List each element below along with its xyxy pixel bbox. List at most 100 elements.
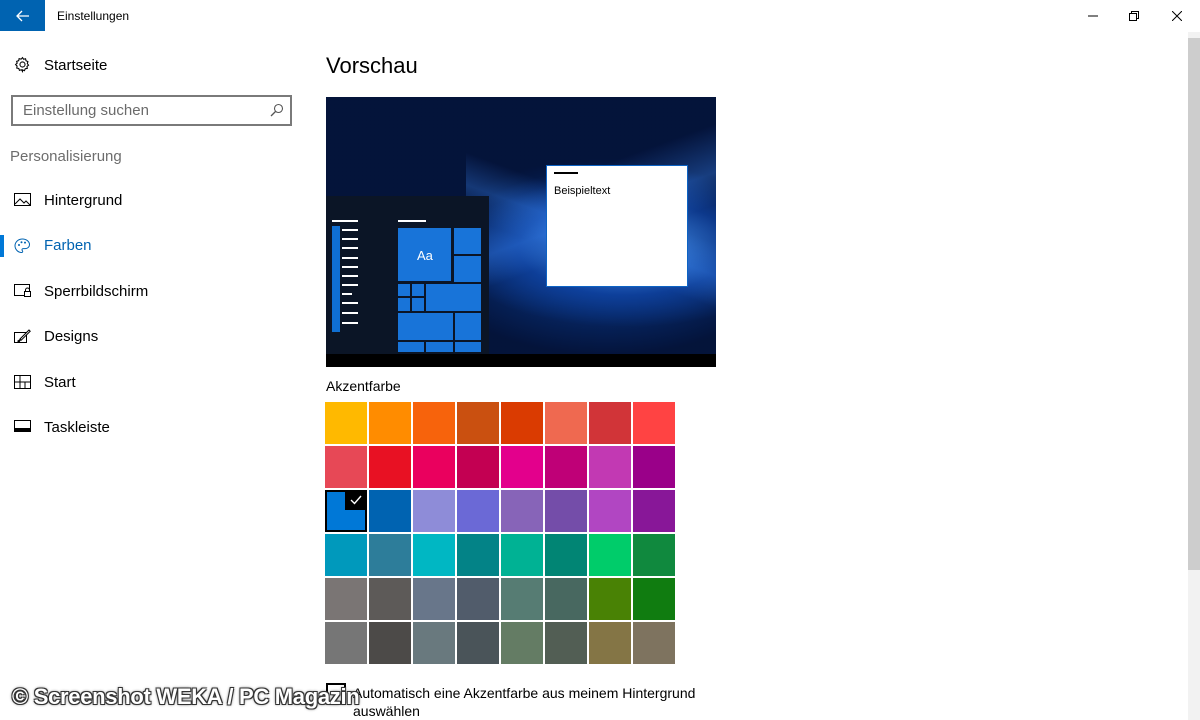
- accent-swatch[interactable]: [633, 402, 675, 444]
- accent-swatch[interactable]: [501, 402, 543, 444]
- preview-sample-window: Beispieltext: [546, 165, 688, 287]
- sidebar-item-hintergrund[interactable]: Hintergrund: [0, 180, 300, 222]
- back-button[interactable]: [0, 0, 45, 31]
- auto-accent-option[interactable]: Automatisch eine Akzentfarbe aus meinem …: [326, 683, 746, 720]
- sidebar-item-label: Sperrbildschirm: [44, 283, 149, 300]
- accent-swatch[interactable]: [369, 534, 411, 576]
- lockscreen-icon: [14, 284, 31, 297]
- accent-swatch[interactable]: [369, 578, 411, 620]
- preview-tile: [454, 341, 482, 353]
- accent-swatch[interactable]: [545, 622, 587, 664]
- accent-swatch[interactable]: [413, 622, 455, 664]
- accent-swatch[interactable]: [589, 622, 631, 664]
- accent-swatch[interactable]: [369, 622, 411, 664]
- accent-swatch[interactable]: [545, 578, 587, 620]
- title-bar: Einstellungen: [0, 0, 1200, 32]
- scrollbar-thumb[interactable]: [1188, 38, 1200, 570]
- page-title: Vorschau: [326, 53, 418, 78]
- preview-window-bar: [554, 172, 578, 174]
- accent-swatch[interactable]: [413, 534, 455, 576]
- accent-swatch[interactable]: [413, 446, 455, 488]
- preview-line: [332, 220, 358, 222]
- accent-swatch[interactable]: [633, 578, 675, 620]
- accent-swatch[interactable]: [589, 402, 631, 444]
- accent-swatch[interactable]: [457, 446, 499, 488]
- sidebar-item-designs[interactable]: Designs: [0, 316, 300, 358]
- sidebar: Startseite Einstellung suchen Personalis…: [0, 32, 300, 720]
- accent-swatch[interactable]: [457, 622, 499, 664]
- auto-accent-label: Automatisch eine Akzentfarbe aus meinem …: [353, 685, 696, 719]
- sidebar-item-start[interactable]: Start: [0, 362, 300, 404]
- sidebar-item-label: Designs: [44, 328, 99, 345]
- preview-line: [342, 312, 358, 314]
- sidebar-item-label: Farben: [44, 237, 92, 254]
- preview-tile: [425, 341, 454, 353]
- sidebar-item-sperrbildschirm[interactable]: Sperrbildschirm: [0, 271, 300, 313]
- sidebar-item-label: Taskleiste: [44, 419, 110, 436]
- restore-button[interactable]: [1111, 0, 1157, 31]
- accent-swatch[interactable]: [501, 622, 543, 664]
- search-input[interactable]: Einstellung suchen: [11, 95, 292, 126]
- preview-line: [342, 293, 352, 295]
- accent-swatch[interactable]: [325, 490, 367, 532]
- minimize-icon: [1088, 15, 1098, 16]
- accent-swatch[interactable]: [589, 490, 631, 532]
- accent-swatch[interactable]: [413, 490, 455, 532]
- accent-swatch[interactable]: [325, 402, 367, 444]
- accent-swatch[interactable]: [501, 534, 543, 576]
- sidebar-item-label: Hintergrund: [44, 192, 123, 209]
- search-placeholder: Einstellung suchen: [23, 102, 149, 119]
- accent-swatch[interactable]: [369, 402, 411, 444]
- accent-swatch[interactable]: [633, 490, 675, 532]
- accent-swatch[interactable]: [545, 490, 587, 532]
- preview-line: [342, 229, 358, 231]
- sidebar-item-home[interactable]: Startseite: [0, 46, 300, 84]
- accent-swatch[interactable]: [501, 578, 543, 620]
- accent-swatch[interactable]: [633, 446, 675, 488]
- accent-swatch[interactable]: [589, 578, 631, 620]
- accent-swatch[interactable]: [457, 402, 499, 444]
- accent-swatch[interactable]: [545, 446, 587, 488]
- sidebar-item-taskleiste[interactable]: Taskleiste: [0, 407, 300, 449]
- preview-tile: [453, 227, 482, 255]
- accent-swatch[interactable]: [501, 490, 543, 532]
- accent-swatch[interactable]: [545, 402, 587, 444]
- accent-swatch[interactable]: [413, 402, 455, 444]
- active-indicator: [0, 235, 4, 257]
- preview-tile: [397, 341, 425, 353]
- accent-swatch[interactable]: [325, 622, 367, 664]
- preview-taskbar: [326, 354, 716, 367]
- window-title: Einstellungen: [57, 9, 130, 23]
- accent-swatch[interactable]: [589, 534, 631, 576]
- accent-swatch[interactable]: [325, 578, 367, 620]
- preview-line: [342, 302, 358, 304]
- accent-color-grid: [325, 402, 675, 666]
- minimize-button[interactable]: [1070, 0, 1116, 31]
- accent-swatch[interactable]: [457, 490, 499, 532]
- accent-swatch[interactable]: [325, 534, 367, 576]
- accent-swatch[interactable]: [457, 534, 499, 576]
- accent-swatch[interactable]: [501, 446, 543, 488]
- accent-swatch[interactable]: [457, 578, 499, 620]
- accent-swatch[interactable]: [633, 534, 675, 576]
- accent-swatch[interactable]: [369, 446, 411, 488]
- taskbar-icon: [14, 420, 31, 432]
- accent-swatch[interactable]: [589, 446, 631, 488]
- search-icon: [270, 103, 284, 117]
- accent-swatch[interactable]: [545, 534, 587, 576]
- theme-preview: Aa Beispieltext: [326, 97, 716, 367]
- accent-swatch[interactable]: [633, 622, 675, 664]
- gear-icon: [14, 56, 30, 73]
- preview-tile: [397, 283, 411, 297]
- accent-swatch[interactable]: [413, 578, 455, 620]
- sidebar-item-farben[interactable]: Farben: [0, 225, 300, 267]
- accent-swatch[interactable]: [325, 446, 367, 488]
- preview-line: [342, 275, 358, 277]
- close-button[interactable]: [1154, 0, 1200, 31]
- preview-tile: [453, 255, 482, 283]
- preview-tile: [411, 283, 425, 297]
- preview-tile: [454, 312, 482, 341]
- preview-sample-text: Beispieltext: [554, 185, 611, 197]
- watermark: © Screenshot WEKA / PC Magazin: [12, 684, 360, 709]
- accent-swatch[interactable]: [369, 490, 411, 532]
